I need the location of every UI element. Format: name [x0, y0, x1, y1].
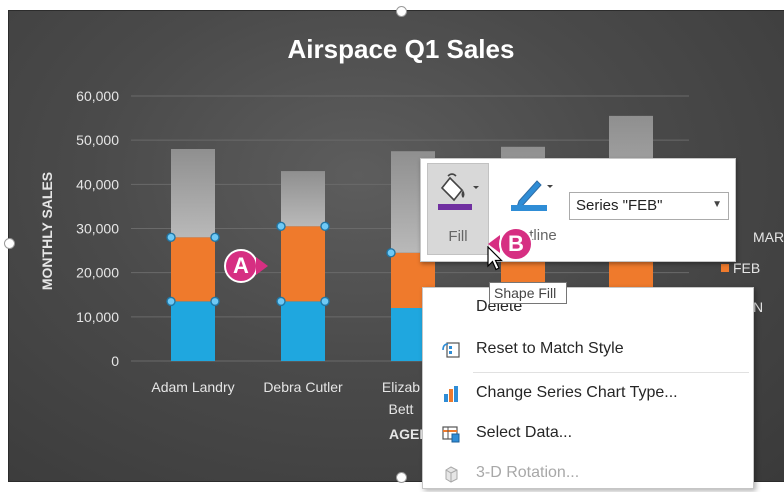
- series-select[interactable]: Series "FEB" ▼: [569, 192, 729, 220]
- series-select-value: Series "FEB": [576, 197, 663, 214]
- chart-title: Airspace Q1 Sales: [288, 34, 515, 64]
- selection-handle: [386, 248, 396, 258]
- chart-handle-top[interactable]: [396, 6, 407, 17]
- reset-style-icon: [442, 342, 460, 358]
- menu-item-label: Reset to Match Style: [476, 340, 624, 357]
- callout-a-arrow: [256, 257, 268, 275]
- selection-handle: [320, 296, 330, 307]
- callout-a: A: [224, 249, 258, 283]
- menu-item-reset-to-match-style[interactable]: Reset to Match Style: [423, 332, 753, 368]
- selection-handle: [276, 296, 286, 307]
- chart-type-icon: [444, 386, 458, 402]
- selection-handle: [210, 232, 220, 243]
- bar-jan: [281, 301, 325, 361]
- menu-item-3d-rotation[interactable]: 3-D Rotation...: [423, 456, 753, 492]
- paint-bucket-icon: [438, 173, 479, 210]
- bar-jan: [171, 301, 215, 361]
- shape-fill-tooltip: Shape Fill: [489, 282, 567, 304]
- x-category-label: Bett: [389, 401, 414, 417]
- y-tick-label: 0: [111, 353, 119, 369]
- chevron-down-icon: ▼: [712, 199, 722, 210]
- fill-button[interactable]: Fill: [427, 163, 489, 255]
- legend-entry: FEB: [733, 260, 760, 276]
- bar-feb: [171, 237, 215, 302]
- menu-item-label: Select Data...: [476, 424, 573, 441]
- chart-handle-left[interactable]: [4, 238, 15, 249]
- y-tick-label: 40,000: [76, 176, 119, 192]
- y-tick-label: 60,000: [76, 88, 119, 104]
- x-category-label: Debra Cutler: [263, 379, 343, 395]
- fill-label: Fill: [448, 228, 468, 245]
- select-data-icon: [442, 426, 460, 443]
- context-menu: Delete Reset to Match Style Change Serie…: [422, 287, 754, 489]
- menu-item-select-data[interactable]: Select Data...: [423, 416, 753, 452]
- x-category-label: Adam Landry: [151, 379, 234, 395]
- menu-item-label: 3-D Rotation...: [476, 464, 580, 481]
- bar-mar: [281, 171, 325, 227]
- mouse-cursor-icon: [487, 246, 503, 271]
- menu-item-delete[interactable]: Delete: [423, 292, 753, 328]
- selection-handle: [320, 221, 330, 231]
- y-axis-label: MONTHLY SALES: [39, 172, 55, 290]
- legend-entry: MAR: [753, 229, 784, 245]
- pencil-outline-icon: [511, 180, 553, 211]
- menu-separator: [473, 372, 749, 373]
- chart-handle-bottom[interactable]: [396, 472, 407, 483]
- x-axis-label: AGEI: [389, 426, 423, 442]
- selection-handle: [166, 232, 176, 243]
- selection-handle: [276, 221, 286, 231]
- selection-handle: [210, 296, 220, 307]
- x-category-label: Elizab: [382, 379, 420, 395]
- rotation-3d-icon: [445, 466, 458, 483]
- y-tick-label: 30,000: [76, 221, 119, 237]
- bar-mar: [171, 149, 215, 238]
- legend-swatch: [721, 264, 729, 272]
- y-tick-label: 10,000: [76, 309, 119, 325]
- legend-entry: N: [753, 299, 763, 315]
- bar-feb: [281, 226, 325, 302]
- selection-handle: [166, 296, 176, 307]
- menu-item-change-series-chart-type[interactable]: Change Series Chart Type...: [423, 376, 753, 412]
- menu-item-label: Change Series Chart Type...: [476, 384, 678, 401]
- y-tick-label: 20,000: [76, 265, 119, 281]
- mini-toolbar: Fill Outline Series "FEB" ▼: [420, 158, 736, 262]
- y-tick-label: 50,000: [76, 132, 119, 148]
